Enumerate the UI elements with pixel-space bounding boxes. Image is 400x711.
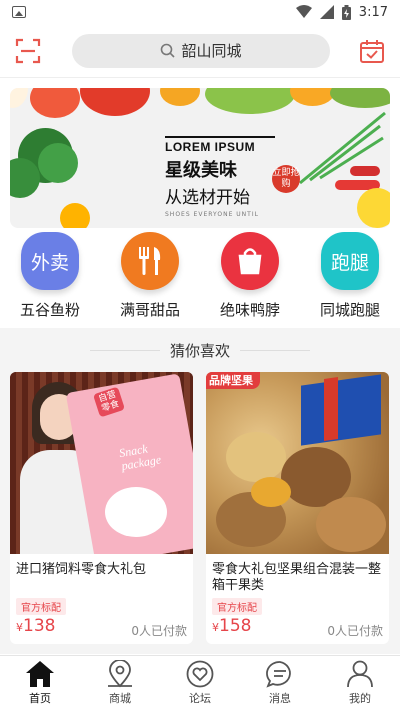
product-card[interactable]: Snack package 自营零食 进口猪饲料零食大礼包 官方标配 ¥138 … <box>10 372 193 644</box>
banner-heading-en: LOREM IPSUM <box>165 136 275 154</box>
chat-icon <box>266 661 291 688</box>
herb-decoration <box>299 111 386 185</box>
heart-icon <box>186 660 214 688</box>
nav-messages[interactable]: 消息 <box>240 656 320 711</box>
category-label: 五谷鱼粉 <box>19 301 80 319</box>
section-title: 猜你喜欢 <box>0 340 400 361</box>
product-sold-count: 0人已付款 <box>327 624 383 638</box>
category-waimai[interactable]: 外卖 五谷鱼粉 <box>0 228 100 324</box>
product-sold-count: 0人已付款 <box>131 624 187 638</box>
brand-nuts-label: 品牌坚果 <box>206 372 260 389</box>
wifi-icon <box>295 5 312 18</box>
banner-small-text: SHOES EVERYONE UNTIL <box>165 211 259 218</box>
home-icon <box>26 661 54 687</box>
category-label: 同城跑腿 <box>319 301 380 319</box>
category-label: 满哥甜品 <box>119 301 180 319</box>
category-row: 外卖 五谷鱼粉 满哥甜品 绝味鸭脖 跑腿 同城跑腿 <box>0 228 400 324</box>
category-duck-neck[interactable]: 绝味鸭脖 <box>200 228 300 324</box>
category-errand[interactable]: 跑腿 同城跑腿 <box>300 228 400 324</box>
user-icon <box>347 660 373 688</box>
errand-icon: 跑腿 <box>321 232 379 290</box>
product-name: 零食大礼包坚果组合混装一整箱干果类 <box>212 562 382 593</box>
search-icon <box>161 43 176 58</box>
scan-icon[interactable] <box>14 37 42 65</box>
product-tag: 官方标配 <box>212 598 262 615</box>
product-card[interactable]: 品牌坚果 零食大礼包坚果组合混装一整箱干果类 官方标配 ¥158 0人已付款 <box>206 372 389 644</box>
banner-text-block: LOREM IPSUM 星级美味 从选材开始 SHOES EVERYONE UN… <box>165 136 275 218</box>
recommendations-section: 猜你喜欢 Snack package 自营零食 进口猪饲料零食大礼包 官方标配 … <box>0 328 400 654</box>
location-pin-icon <box>108 660 132 688</box>
banner-buy-badge[interactable]: 立即抢购 <box>272 165 300 193</box>
nav-profile[interactable]: 我的 <box>320 656 400 711</box>
product-price: ¥138 <box>16 616 56 636</box>
nav-home[interactable]: 首页 <box>0 656 80 711</box>
signal-icon <box>319 5 334 19</box>
battery-icon <box>341 4 351 20</box>
search-bar[interactable]: 韶山同城 <box>72 33 330 68</box>
promo-banner[interactable]: LOREM IPSUM 星级美味 从选材开始 SHOES EVERYONE UN… <box>10 88 390 228</box>
calendar-icon[interactable] <box>358 37 386 65</box>
status-bar: 3:17 <box>0 0 400 24</box>
product-price: ¥158 <box>212 616 252 636</box>
product-image: 品牌坚果 <box>206 372 389 554</box>
category-dessert[interactable]: 满哥甜品 <box>100 228 200 324</box>
banner-subtitle: 从选材开始 <box>165 188 250 208</box>
product-name: 进口猪饲料零食大礼包 <box>16 562 147 577</box>
category-label: 绝味鸭脖 <box>219 301 280 319</box>
search-location-text: 韶山同城 <box>181 42 242 60</box>
product-tag: 官方标配 <box>16 598 66 615</box>
bottom-nav: 首页 商城 论坛 消息 我的 <box>0 655 400 711</box>
shopping-bag-icon <box>221 232 279 290</box>
image-notification-icon <box>12 6 26 18</box>
takeout-icon: 外卖 <box>21 232 79 290</box>
nav-forum[interactable]: 论坛 <box>160 656 240 711</box>
clock: 3:17 <box>358 4 388 20</box>
fork-knife-icon <box>121 232 179 290</box>
banner-title: 星级美味 <box>165 160 237 181</box>
product-image: Snack package 自营零食 <box>10 372 193 554</box>
top-header: 韶山同城 <box>0 24 400 78</box>
nav-mall[interactable]: 商城 <box>80 656 160 711</box>
